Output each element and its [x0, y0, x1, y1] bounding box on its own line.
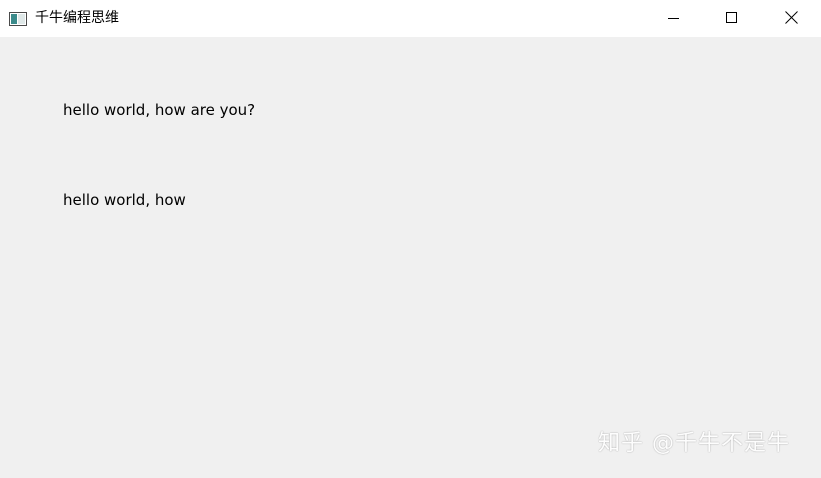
minimize-button[interactable] — [645, 0, 703, 37]
text-label-full: hello world, how are you? — [63, 101, 256, 119]
minimize-icon — [668, 9, 680, 28]
window-title: 千牛编程思维 — [35, 10, 119, 26]
application-window: 千牛编程思维 hello world, how are you? hello w… — [0, 0, 821, 478]
client-area: hello world, how are you? hello world, h… — [0, 37, 821, 478]
window-app-icon — [9, 11, 27, 26]
maximize-button[interactable] — [703, 0, 761, 37]
watermark-text: 知乎 @千牛不是牛 — [598, 431, 790, 456]
close-button[interactable] — [761, 0, 821, 37]
title-bar[interactable]: 千牛编程思维 — [0, 0, 821, 37]
close-icon — [784, 9, 798, 28]
text-label-clipped: hello world, how are you? — [63, 191, 189, 209]
maximize-icon — [726, 9, 738, 28]
